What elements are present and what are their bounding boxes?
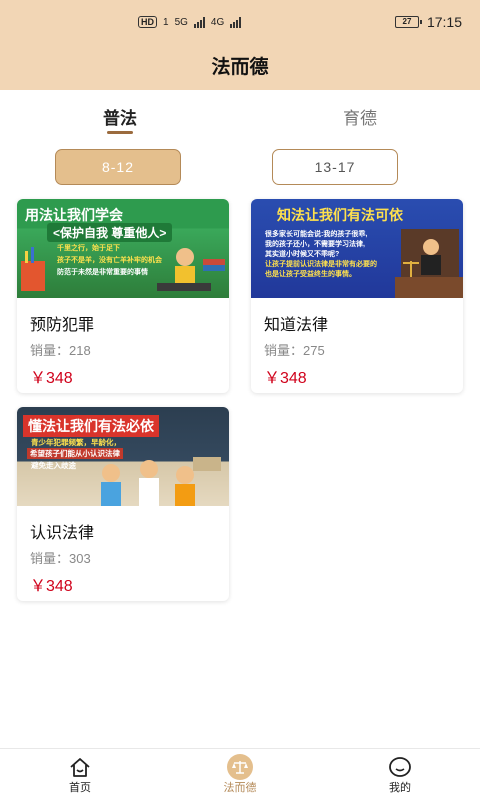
judge-illustration	[395, 229, 463, 298]
signal-icon	[193, 16, 205, 28]
product-sales: 销量：218	[30, 343, 91, 358]
network-5g-label: 5G	[174, 16, 188, 28]
product-image: 懂法让我们有法必依 青少年犯罪频繁，早龄化， 希望孩子们能从小认识法律 避免走入…	[17, 407, 229, 506]
status-bar: HD 1 5G 4G 27 17:15	[0, 0, 480, 44]
age-filter-13-17[interactable]: 13-17	[272, 149, 398, 185]
nav-label: 首页	[69, 782, 91, 794]
product-card[interactable]: 用法让我们学会 <保护自我 尊重他人> 千里之行，始于足下 孩子不是羊，没有亡羊…	[17, 199, 229, 393]
product-card[interactable]: 知法让我们有法可依 很多家长可能会说:我的孩子很乖, 我的孩子还小，不需要学习法…	[251, 199, 463, 393]
tab-active-indicator	[107, 131, 133, 134]
battery-icon: 27	[394, 16, 422, 28]
clock: 17:15	[426, 14, 462, 30]
home-icon	[66, 755, 94, 779]
age-filter-8-12[interactable]: 8-12	[55, 149, 181, 185]
page-title: 法而德	[211, 57, 269, 78]
product-image: 知法让我们有法可依 很多家长可能会说:我的孩子很乖, 我的孩子还小，不需要学习法…	[251, 199, 463, 298]
bottom-nav: 首页 法而德 我的	[0, 748, 480, 800]
nav-profile[interactable]: 我的	[320, 749, 480, 800]
nav-home[interactable]: 首页	[0, 749, 160, 800]
product-name: 预防犯罪	[30, 317, 95, 334]
hd-indicator: HD	[138, 16, 157, 28]
tab-yude[interactable]: 育德	[240, 100, 480, 136]
age-filter-group: 8-12 13-17	[0, 149, 480, 185]
product-price: ￥348	[264, 370, 307, 387]
product-name: 认识法律	[30, 525, 95, 542]
signal-icon-2	[230, 16, 242, 28]
network-4g-label: 4G	[210, 16, 225, 28]
product-image: 用法让我们学会 <保护自我 尊重他人> 千里之行，始于足下 孩子不是羊，没有亡羊…	[17, 199, 229, 298]
product-price: ￥348	[30, 578, 73, 595]
tab-pufa[interactable]: 普法	[0, 100, 240, 136]
scale-icon	[226, 754, 254, 780]
product-sales: 销量：275	[264, 343, 325, 358]
product-price: ￥348	[30, 370, 73, 387]
tab-label: 普法	[103, 109, 137, 128]
product-card[interactable]: 懂法让我们有法必依 青少年犯罪频繁，早龄化， 希望孩子们能从小认识法律 避免走入…	[17, 407, 229, 601]
students-illustration	[101, 457, 221, 506]
product-name: 知道法律	[264, 317, 329, 334]
tab-bar: 普法 育德	[0, 100, 480, 136]
nav-label: 我的	[389, 782, 411, 794]
product-sales: 销量：303	[30, 551, 91, 566]
sim-indicator: 1	[163, 16, 169, 28]
student-illustration	[21, 247, 225, 291]
profile-icon	[386, 755, 414, 779]
nav-label: 法而德	[223, 782, 257, 794]
nav-faerde[interactable]: 法而德	[160, 749, 320, 800]
tab-label: 育德	[343, 109, 377, 128]
